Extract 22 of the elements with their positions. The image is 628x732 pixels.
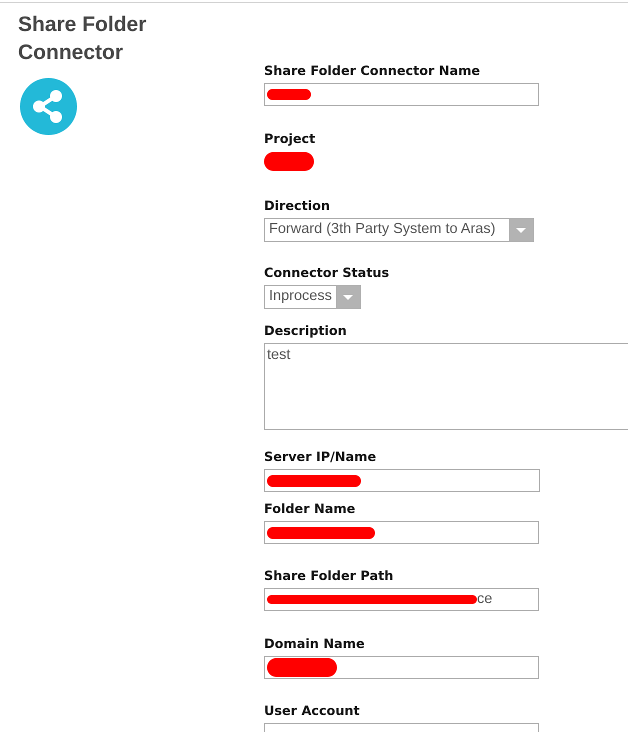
field-label: Direction [264, 198, 331, 215]
caret-icon[interactable] [509, 219, 533, 241]
dropdown[interactable]: Inprocess [264, 285, 361, 309]
text-field[interactable] [264, 83, 539, 106]
field-label: Domain Name [264, 636, 366, 653]
field-label: Connector Status [264, 265, 390, 282]
page-title: Share Folder Connector [18, 12, 148, 66]
field-label: Share Folder Connector Name [264, 63, 482, 80]
field-label: Share Folder Path [264, 568, 394, 585]
dropdown[interactable]: Forward (3th Party System to Aras) [264, 218, 534, 242]
text-field[interactable] [264, 521, 539, 544]
field-label: User Account [264, 703, 361, 720]
text-area[interactable]: test [264, 343, 628, 430]
share-icon [20, 78, 77, 135]
text-field[interactable]: ce [264, 588, 539, 611]
caret-icon[interactable] [336, 286, 360, 308]
field-label: Description [264, 323, 348, 340]
field-label: Project [264, 131, 316, 148]
text-field[interactable] [264, 656, 539, 679]
text-field[interactable] [264, 469, 540, 492]
field-label: Folder Name [264, 501, 356, 518]
field-label: Server IP/Name [264, 449, 378, 466]
